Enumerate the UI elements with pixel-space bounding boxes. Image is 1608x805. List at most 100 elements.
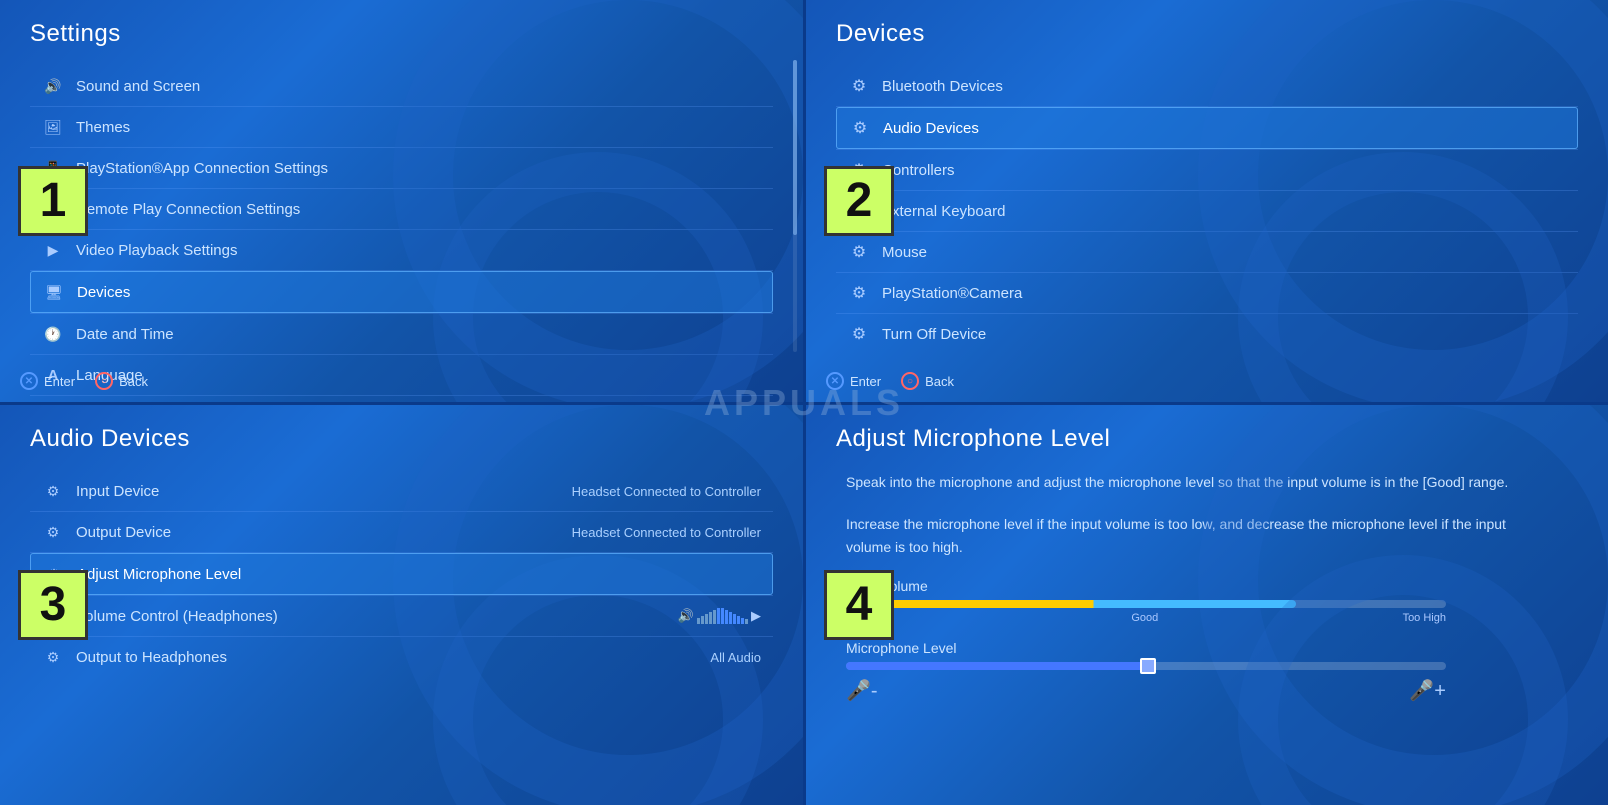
settings-title: Settings <box>30 20 773 48</box>
menu-item-audio-devices[interactable]: ⚙ Audio Devices <box>836 107 1578 149</box>
sound-icon: 🔊 <box>42 75 64 97</box>
mic-slider-thumb[interactable] <box>1140 658 1156 674</box>
devices-panel: Devices ⚙ Bluetooth Devices ⚙ Audio Devi… <box>806 0 1608 402</box>
menu-item-datetime-label: Date and Time <box>76 326 174 343</box>
enter-label: Enter <box>44 374 75 389</box>
x-icon: ✕ <box>20 372 38 390</box>
output-headphones-value: All Audio <box>710 650 761 665</box>
menu-item-devices-label: Devices <box>77 284 130 301</box>
back-label-2: Back <box>925 374 954 389</box>
good-label: Good <box>1131 612 1158 624</box>
menu-item-volume-control[interactable]: ⚙ Volume Control (Headphones) 🔊 <box>30 596 773 636</box>
back-label: Back <box>119 374 148 389</box>
enter-button-2[interactable]: ✕ Enter <box>826 372 881 390</box>
panel1-footer: ✕ Enter ○ Back <box>20 372 148 390</box>
menu-item-mouse[interactable]: ⚙ Mouse <box>836 232 1578 272</box>
mic-description-1: Speak into the microphone and adjust the… <box>846 471 1526 493</box>
input-volume-scale: Too Low Good Too High <box>846 612 1446 624</box>
devices-title: Devices <box>836 20 1578 48</box>
menu-item-adjust-mic[interactable]: ⚙ Adjust Microphone Level <box>30 553 773 595</box>
menu-item-output-device[interactable]: ⚙ Output Device Headset Connected to Con… <box>30 512 773 552</box>
panel2-footer: ✕ Enter ○ Back <box>826 372 954 390</box>
enter-label-2: Enter <box>850 374 881 389</box>
menu-item-bluetooth-label: Bluetooth Devices <box>882 78 1003 95</box>
mic-increase-icon: 🎤+ <box>1409 678 1446 703</box>
enter-button[interactable]: ✕ Enter <box>20 372 75 390</box>
menu-item-remoteplay-label: Remote Play Connection Settings <box>76 201 300 218</box>
back-button-2[interactable]: ○ Back <box>901 372 954 390</box>
microphone-level-label: Microphone Level <box>846 640 1526 656</box>
input-volume-label: Input Volume <box>846 578 1526 594</box>
menu-item-turnoff-label: Turn Off Device <box>882 326 986 343</box>
menu-item-themes-label: Themes <box>76 119 130 136</box>
menu-item-output-headphones[interactable]: ⚙ Output to Headphones All Audio <box>30 637 773 677</box>
audio-devices-title: Audio Devices <box>30 425 773 453</box>
audio-devices-icon: ⚙ <box>849 117 871 139</box>
menu-item-remoteplay[interactable]: 🎮 Remote Play Connection Settings <box>30 189 773 229</box>
microphone-level-section: Microphone Level 🎤- 🎤+ <box>846 640 1526 703</box>
datetime-icon: 🕐 <box>42 323 64 345</box>
menu-item-keyboard-label: External Keyboard <box>882 203 1005 220</box>
badge-1: 1 <box>18 166 88 236</box>
menu-item-video-label: Video Playback Settings <box>76 242 238 259</box>
input-volume-section: Input Volume Too Low Good Too High <box>846 578 1526 624</box>
mouse-icon: ⚙ <box>848 241 870 263</box>
menu-item-mouse-label: Mouse <box>882 244 927 261</box>
badge-3: 3 <box>18 570 88 640</box>
devices-icon: 🖥 <box>43 281 65 303</box>
menu-item-themes[interactable]: 🖼 Themes <box>30 107 773 147</box>
menu-item-output-headphones-label: Output to Headphones <box>76 649 227 666</box>
menu-item-keyboard[interactable]: ⚙ External Keyboard <box>836 191 1578 231</box>
mic-decrease-icon: 🎤- <box>846 678 878 703</box>
x-icon-2: ✕ <box>826 372 844 390</box>
volume-bars-indicator: 🔊 <box>678 608 761 624</box>
menu-item-datetime[interactable]: 🕐 Date and Time <box>30 314 773 354</box>
adjust-mic-title: Adjust Microphone Level <box>836 425 1578 453</box>
menu-item-video[interactable]: ▶ Video Playback Settings <box>30 230 773 270</box>
input-volume-fill <box>846 600 1296 608</box>
menu-item-volume-label: Volume Control (Headphones) <box>76 608 278 625</box>
menu-item-pscamera[interactable]: ⚙ PlayStation®Camera <box>836 273 1578 313</box>
pscamera-icon: ⚙ <box>848 282 870 304</box>
menu-item-pscamera-label: PlayStation®Camera <box>882 285 1022 302</box>
menu-item-audio-devices-label: Audio Devices <box>883 120 979 137</box>
input-volume-track[interactable] <box>846 600 1446 608</box>
badge-2: 2 <box>824 166 894 236</box>
menu-item-bluetooth[interactable]: ⚙ Bluetooth Devices <box>836 66 1578 106</box>
menu-item-devices[interactable]: 🖥 Devices <box>30 271 773 313</box>
menu-item-turnoff[interactable]: ⚙ Turn Off Device <box>836 314 1578 354</box>
devices-menu: ⚙ Bluetooth Devices ⚙ Audio Devices ⚙ Co… <box>836 66 1578 354</box>
menu-item-sound[interactable]: 🔊 Sound and Screen <box>30 66 773 106</box>
mic-description-2: Increase the microphone level if the inp… <box>846 513 1526 558</box>
o-icon-2: ○ <box>901 372 919 390</box>
input-device-value: Headset Connected to Controller <box>572 484 761 499</box>
menu-item-controllers[interactable]: ⚙ Controllers <box>836 150 1578 190</box>
mic-level-fill <box>846 662 1146 670</box>
menu-item-psapp[interactable]: 📱 PlayStation®App Connection Settings <box>30 148 773 188</box>
video-icon: ▶ <box>42 239 64 261</box>
output-headphones-icon: ⚙ <box>42 646 64 668</box>
back-button[interactable]: ○ Back <box>95 372 148 390</box>
mic-footer: 🎤- 🎤+ <box>846 678 1446 703</box>
settings-menu: 🔊 Sound and Screen 🖼 Themes 📱 PlayStatio… <box>30 66 773 402</box>
themes-icon: 🖼 <box>42 116 64 138</box>
o-icon: ○ <box>95 372 113 390</box>
output-device-value: Headset Connected to Controller <box>572 525 761 540</box>
menu-item-psapp-label: PlayStation®App Connection Settings <box>76 160 328 177</box>
adjust-mic-panel: Adjust Microphone Level Speak into the m… <box>806 405 1608 805</box>
input-device-icon: ⚙ <box>42 480 64 502</box>
settings-panel: Settings 🔊 Sound and Screen 🖼 Themes 📱 P… <box>0 0 803 402</box>
bluetooth-icon: ⚙ <box>848 75 870 97</box>
menu-item-input-device[interactable]: ⚙ Input Device Headset Connected to Cont… <box>30 471 773 511</box>
too-high-label: Too High <box>1403 612 1446 624</box>
mic-level-track[interactable] <box>846 662 1446 670</box>
turnoff-icon: ⚙ <box>848 323 870 345</box>
audio-devices-menu: ⚙ Input Device Headset Connected to Cont… <box>30 471 773 677</box>
menu-item-output-label: Output Device <box>76 524 171 541</box>
vertical-divider <box>803 0 806 805</box>
menu-item-input-label: Input Device <box>76 483 159 500</box>
output-device-icon: ⚙ <box>42 521 64 543</box>
audio-devices-panel: Audio Devices ⚙ Input Device Headset Con… <box>0 405 803 805</box>
badge-4: 4 <box>824 570 894 640</box>
menu-item-adjust-mic-label: Adjust Microphone Level <box>77 566 241 583</box>
